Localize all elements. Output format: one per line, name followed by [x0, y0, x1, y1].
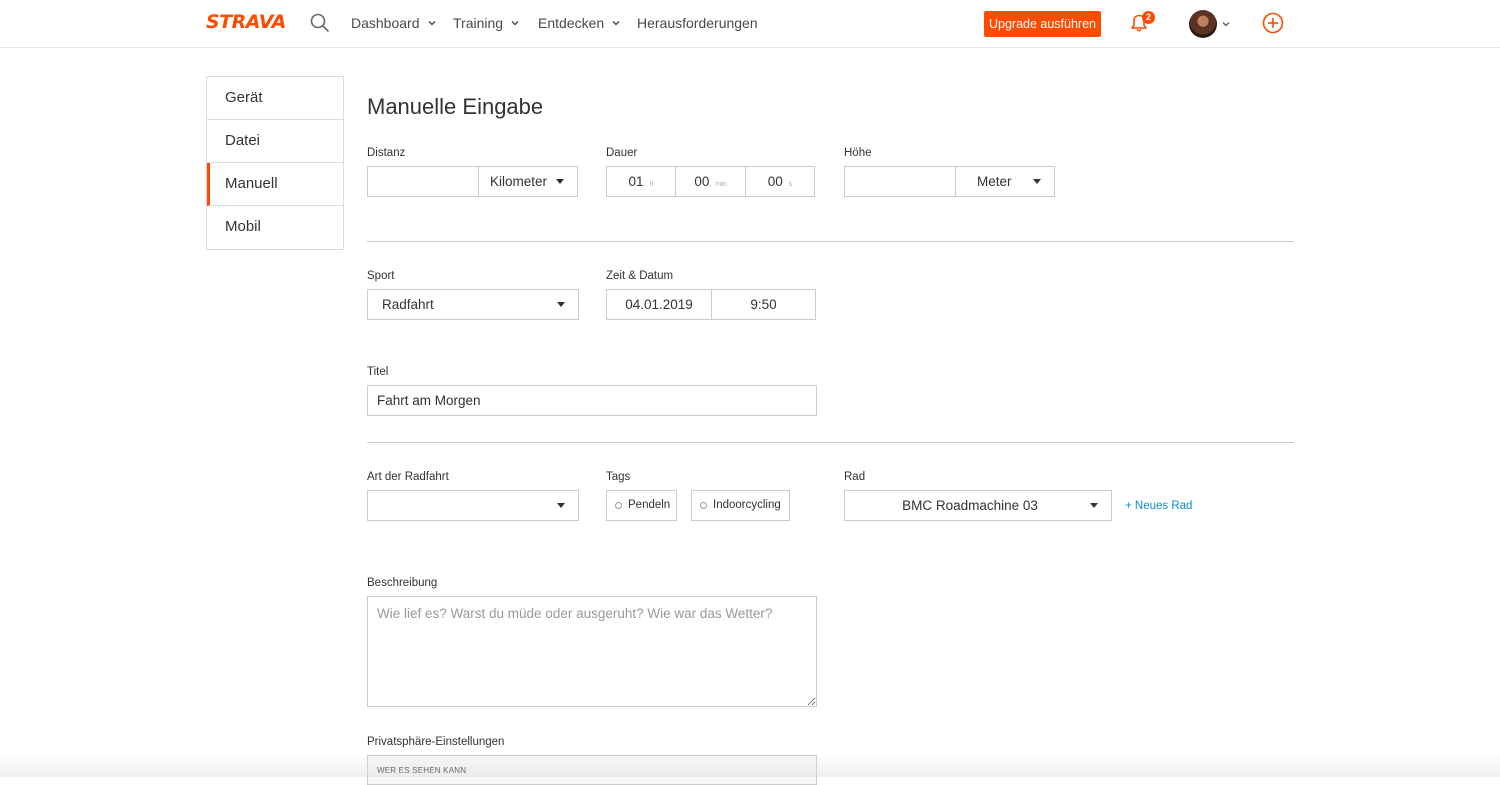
add-circle-icon[interactable] — [1262, 12, 1284, 34]
tab-geraet[interactable]: Gerät — [207, 77, 343, 120]
section-divider — [367, 442, 1294, 443]
tag-pendeln[interactable]: Pendeln — [606, 490, 677, 521]
sport-select[interactable]: Radfahrt — [367, 289, 579, 320]
upload-method-tabs: Gerät Datei Manuell Mobil — [206, 76, 344, 250]
chevron-down-icon — [511, 21, 519, 26]
duration-input-group: 01 h 00 min 00 s — [606, 166, 815, 197]
tab-mobil[interactable]: Mobil — [207, 206, 343, 249]
duration-seconds-field[interactable]: 00 s — [746, 167, 814, 196]
title-value: Fahrt am Morgen — [377, 393, 481, 408]
nav-dashboard-label: Dashboard — [351, 15, 420, 31]
time-field[interactable]: 9:50 — [712, 290, 815, 319]
duration-label: Dauer — [606, 147, 638, 159]
strava-logo[interactable]: STRAVA — [206, 11, 286, 33]
datetime-input-group: 04.01.2019 9:50 — [606, 289, 816, 320]
tag-label: Indoorcycling — [713, 499, 781, 511]
distance-label: Distanz — [367, 147, 406, 159]
caret-down-icon — [1033, 179, 1041, 184]
minutes-unit: min — [715, 181, 727, 188]
ride-type-select[interactable] — [367, 490, 579, 521]
distance-unit-select[interactable]: Kilometer — [478, 166, 578, 197]
section-divider — [367, 241, 1294, 242]
elevation-unit-select[interactable]: Meter — [955, 166, 1055, 197]
date-value: 04.01.2019 — [625, 297, 693, 312]
chevron-down-icon — [612, 21, 620, 26]
nav-herausforderungen[interactable]: Herausforderungen — [637, 15, 758, 31]
tab-label: Mobil — [225, 218, 261, 235]
time-value: 9:50 — [750, 297, 777, 312]
nav-herausforderungen-label: Herausforderungen — [637, 15, 758, 31]
privacy-label: Privatsphäre-Einstellungen — [367, 736, 505, 748]
hours-value: 01 — [628, 174, 644, 189]
duration-hours-field[interactable]: 01 h — [607, 167, 676, 196]
avatar[interactable] — [1189, 10, 1217, 38]
datetime-label: Zeit & Datum — [606, 270, 674, 282]
privacy-panel[interactable]: WER ES SEHEN KANN — [367, 755, 817, 785]
seconds-value: 00 — [767, 174, 783, 189]
title-label: Titel — [367, 366, 389, 378]
description-textarea[interactable] — [367, 596, 817, 707]
title-input[interactable]: Fahrt am Morgen — [367, 385, 817, 416]
ride-type-label: Art der Radfahrt — [367, 471, 449, 483]
distance-unit-value: Kilometer — [490, 174, 548, 189]
tag-label: Pendeln — [628, 499, 671, 511]
nav-training[interactable]: Training — [453, 15, 520, 31]
tab-datei[interactable]: Datei — [207, 120, 343, 163]
tab-label: Gerät — [225, 89, 263, 106]
elevation-input[interactable] — [844, 166, 956, 197]
duration-minutes-field[interactable]: 00 min — [676, 167, 746, 196]
tab-label: Datei — [225, 132, 261, 149]
bike-select[interactable]: BMC Roadmachine 03 — [844, 490, 1112, 521]
nav-training-label: Training — [453, 15, 504, 31]
caret-down-icon — [557, 503, 565, 508]
elevation-unit-value: Meter — [977, 174, 1012, 189]
chevron-down-icon[interactable] — [1221, 19, 1231, 29]
privacy-sublabel: WER ES SEHEN KANN — [377, 766, 467, 775]
new-bike-link[interactable]: + Neues Rad — [1125, 500, 1192, 512]
tab-label: Manuell — [225, 175, 278, 192]
tag-toggle-icon — [615, 502, 622, 509]
description-label: Beschreibung — [367, 577, 438, 589]
bike-label: Rad — [844, 471, 866, 483]
seconds-unit: s — [788, 181, 793, 188]
chevron-down-icon — [428, 21, 435, 26]
nav-dashboard[interactable]: Dashboard — [351, 15, 437, 31]
top-navigation-bar: STRAVA Dashboard Training Entdecken Hera… — [0, 0, 1500, 48]
tab-manuell[interactable]: Manuell — [207, 163, 343, 206]
nav-entdecken[interactable]: Entdecken — [538, 15, 621, 31]
sport-value: Radfahrt — [382, 297, 434, 312]
hours-unit: h — [649, 181, 654, 188]
tag-indoorcycling[interactable]: Indoorcycling — [691, 490, 790, 521]
search-icon[interactable] — [310, 13, 330, 33]
date-field[interactable]: 04.01.2019 — [607, 290, 712, 319]
sport-label: Sport — [367, 270, 395, 282]
bike-value: BMC Roadmachine 03 — [902, 498, 1038, 513]
upgrade-button[interactable]: Upgrade ausführen — [984, 11, 1101, 37]
nav-entdecken-label: Entdecken — [538, 15, 605, 31]
caret-down-icon — [1090, 503, 1098, 508]
notification-badge: 2 — [1142, 11, 1155, 24]
tags-label: Tags — [606, 471, 631, 483]
caret-down-icon — [557, 302, 565, 307]
minutes-value: 00 — [694, 174, 710, 189]
caret-down-icon — [556, 179, 564, 184]
tag-toggle-icon — [700, 502, 707, 509]
elevation-label: Höhe — [844, 147, 872, 159]
distance-input[interactable] — [367, 166, 479, 197]
page-title: Manuelle Eingabe — [367, 94, 544, 119]
